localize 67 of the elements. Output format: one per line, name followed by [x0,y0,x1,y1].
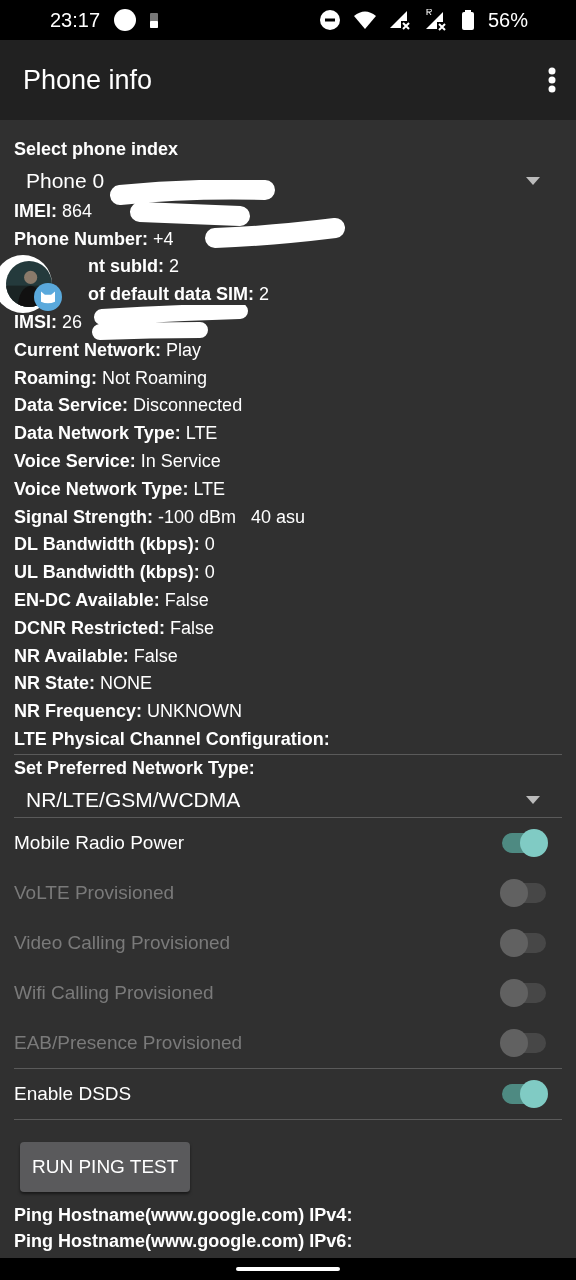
toggle-label: EAB/Presence Provisioned [14,1031,244,1054]
roaming-signal-icon [425,9,448,31]
info-value: 2 [259,283,269,307]
info-label: DL Bandwidth (kbps): [14,533,200,557]
info-value: 26 [62,311,83,334]
battery-notification-icon [150,12,159,28]
more-options-icon[interactable] [548,67,556,93]
navigation-handle[interactable] [236,1267,340,1271]
info-label: Current Network: [14,338,161,362]
battery-icon [461,10,474,30]
ping-label: Ping Hostname(www.google.com) IPv4: [14,1203,354,1227]
info-value: 0 [204,533,215,557]
toggle-label: Enable DSDS [14,1082,133,1105]
battery-percent: 56% [487,8,528,32]
dropdown-caret-icon [526,795,540,804]
info-value: 2 [169,255,179,279]
section-label: Select phone index [14,138,180,161]
info-value: LTE [193,477,226,501]
info-value: LTE [185,422,218,446]
status-time: 23:17 [50,8,101,32]
info-label: Phone Number: [14,227,148,251]
info-value: -100 dBm 40 asu [158,505,306,529]
info-value: NONE [100,672,153,696]
dropdown-caret-icon [526,176,540,185]
network-type-dropdown[interactable]: NR/LTE/GSM/WCDMA [14,782,562,817]
info-label: IMSI: [14,311,57,334]
info-label: nt subId: [88,255,164,279]
info-value: False [164,588,209,612]
info-label: Roaming: [14,366,97,390]
info-label: IMEI: [14,199,57,223]
info-label: NR Frequency: [14,700,143,724]
info-value: 0 [204,561,215,585]
info-label: Data Network Type: [14,422,181,446]
info-value: In Service [140,449,221,473]
info-label: DCNR Restricted: [14,616,166,640]
notification-dot-icon [114,9,137,31]
info-value: False [170,616,215,640]
info-value: Disconnected [133,394,243,418]
info-label: Voice Service: [14,449,136,473]
info-label: Voice Network Type: [14,477,189,501]
signal-icon [389,10,412,30]
toggle-label: Wifi Calling Provisioned [14,981,215,1004]
cat-badge-icon [34,283,62,311]
section-label: Set Preferred Network Type: [14,756,256,780]
toggle-label: VoLTE Provisioned [14,881,176,904]
info-label: LTE Physical Channel Configuration: [14,727,330,751]
info-label: EN-DC Available: [14,588,160,612]
info-label: Data Service: [14,394,129,418]
info-value: 864 [62,199,93,223]
info-value: False [133,644,178,668]
do-not-disturb-icon [319,10,340,30]
info-value: UNKNOWN [147,700,243,724]
run-ping-test-button[interactable]: RUN PING TEST [20,1141,191,1192]
info-label: Signal Strength: [14,505,153,529]
phone-index-dropdown[interactable]: Phone 0 [14,163,562,198]
info-label: of default data SIM: [88,283,254,307]
info-label: NR Available: [14,644,129,668]
wifi-icon [353,11,376,29]
info-label: UL Bandwidth (kbps): [14,561,200,585]
info-value: +4 [153,227,174,251]
app-title: Phone info [23,64,154,96]
info-value: Not Roaming [102,366,208,390]
info-value: Play [166,338,202,362]
ping-label: Ping Hostname(www.google.com) IPv6: [14,1229,354,1253]
info-label: NR State: [14,672,95,696]
toggle-label: Video Calling Provisioned [14,931,232,954]
toggle-label: Mobile Radio Power [14,831,186,854]
